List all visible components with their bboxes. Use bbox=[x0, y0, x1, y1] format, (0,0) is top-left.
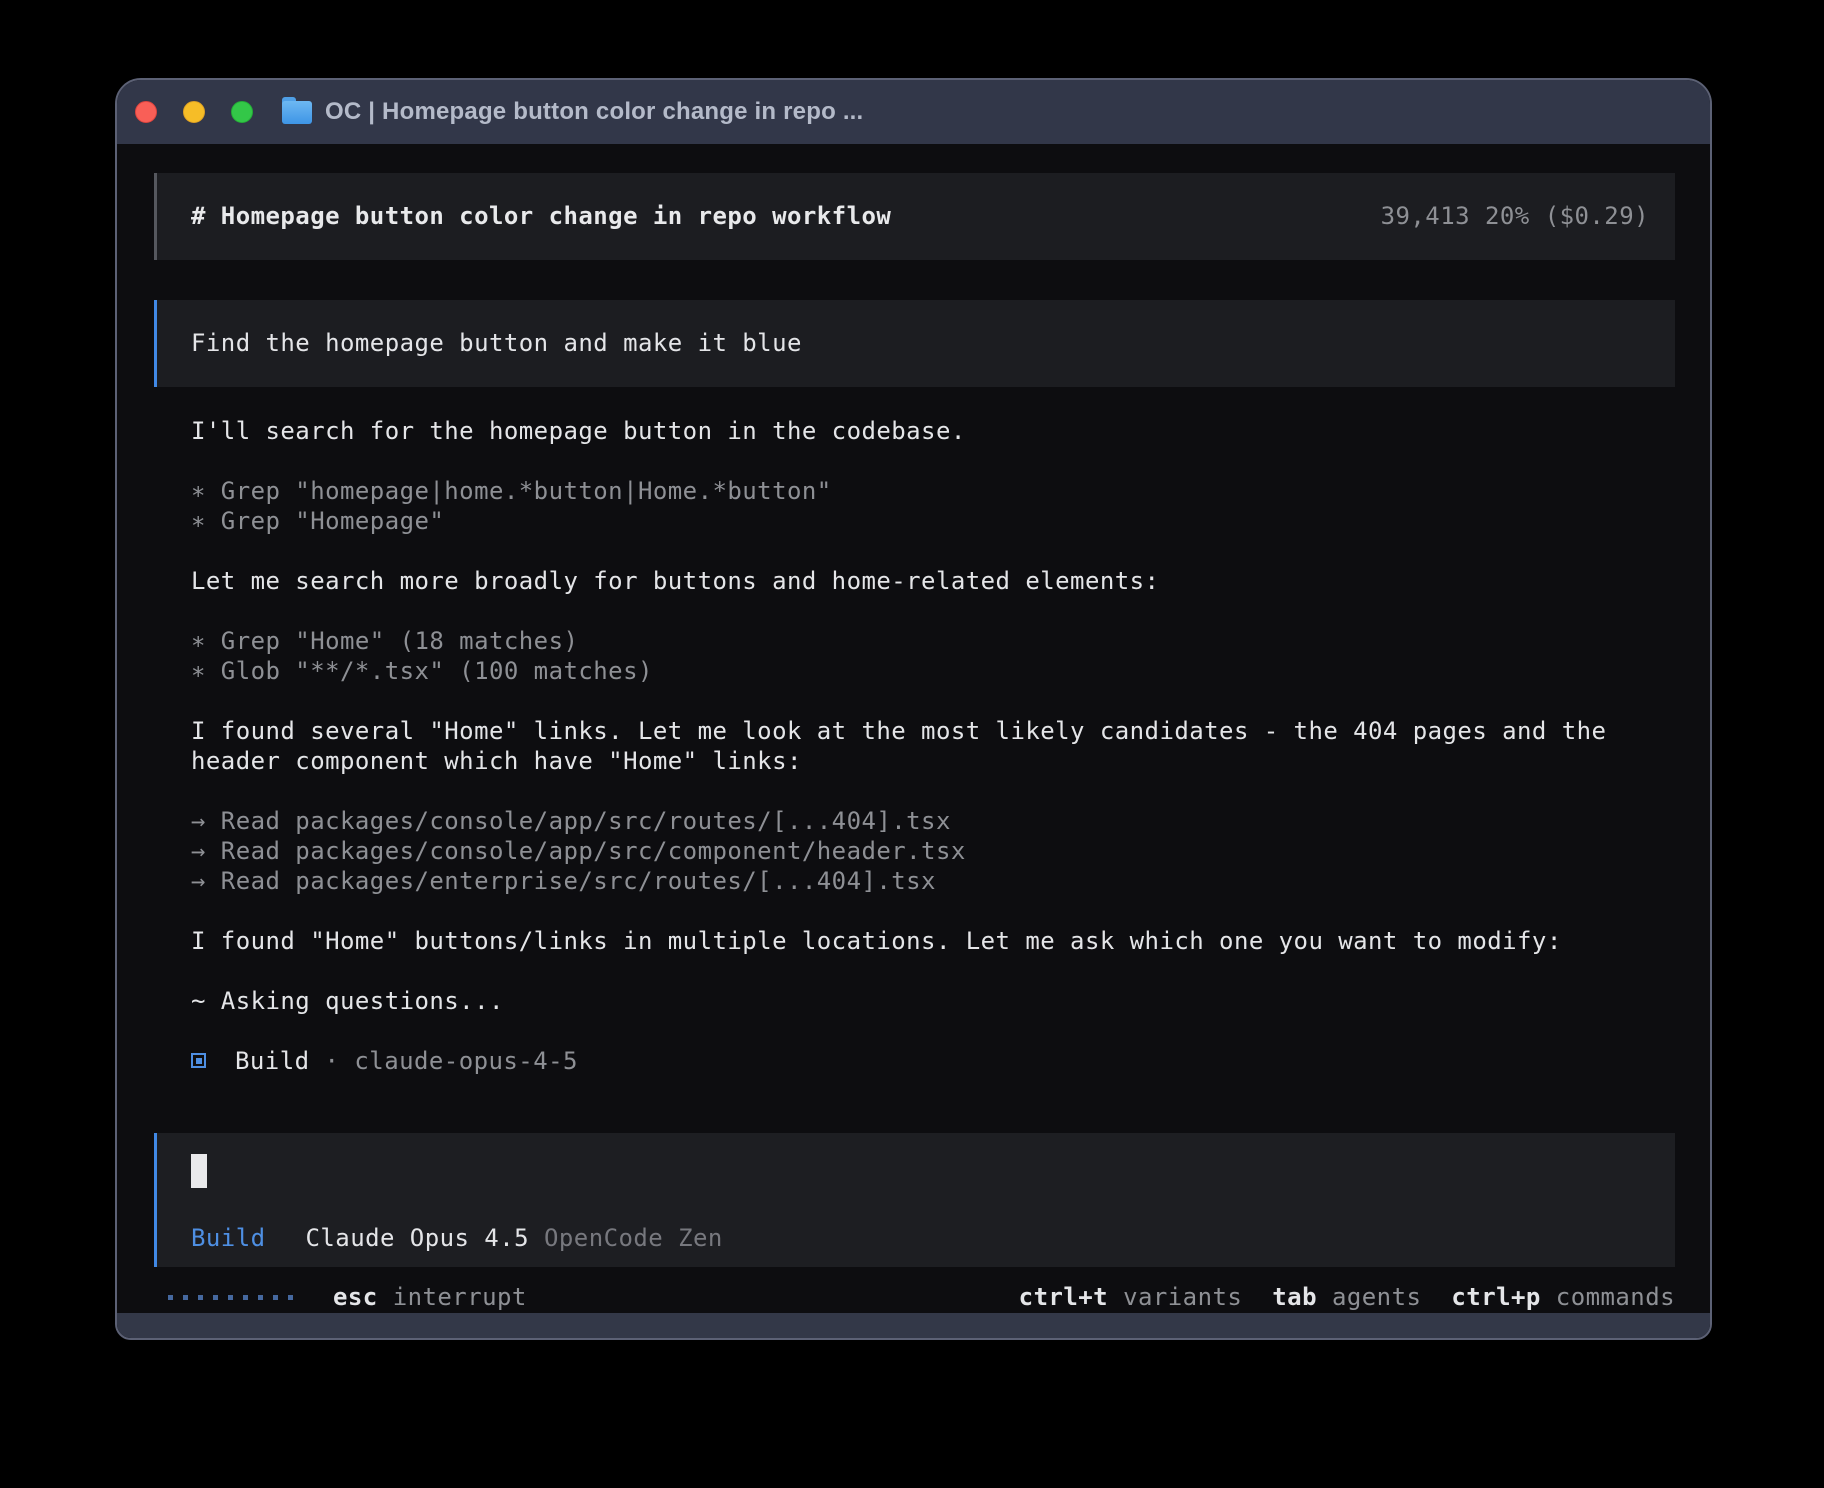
context-percent: 20% bbox=[1485, 202, 1530, 230]
mode-label[interactable]: Build bbox=[191, 1223, 266, 1253]
working-spinner-icon bbox=[168, 1295, 293, 1300]
prompt-editor[interactable]: Build Claude Opus 4.5 OpenCode Zen bbox=[154, 1133, 1675, 1268]
variants-label: variants bbox=[1123, 1283, 1242, 1311]
agents-key-hint[interactable]: tab bbox=[1272, 1283, 1317, 1311]
esc-key-hint[interactable]: esc bbox=[333, 1283, 378, 1311]
status-asking-questions: ~ Asking questions... bbox=[191, 986, 1675, 1016]
assistant-text: I'll search for the homepage button in t… bbox=[191, 416, 1675, 446]
assistant-text: I found several "Home" links. Let me loo… bbox=[191, 716, 1675, 746]
assistant-transcript: I'll search for the homepage button in t… bbox=[154, 416, 1675, 1106]
interrupt-label: interrupt bbox=[393, 1283, 527, 1311]
session-title: # Homepage button color change in repo w… bbox=[191, 202, 891, 230]
folder-icon bbox=[282, 101, 312, 124]
model-row: Build Claude Opus 4.5 OpenCode Zen bbox=[191, 1223, 1649, 1253]
assistant-text: header component which have "Home" links… bbox=[191, 746, 1675, 776]
minimize-button[interactable] bbox=[183, 101, 205, 123]
tool-call-read[interactable]: → Read packages/console/app/src/componen… bbox=[191, 836, 1675, 866]
traffic-lights bbox=[135, 101, 253, 123]
token-count: 39,413 bbox=[1381, 202, 1470, 230]
assistant-text: I found "Home" buttons/links in multiple… bbox=[191, 926, 1675, 956]
model-name[interactable]: Claude Opus 4.5 bbox=[306, 1223, 530, 1253]
agent-badge-row: Build · claude-opus-4-5 bbox=[191, 1046, 1675, 1076]
window-bottom-edge bbox=[117, 1313, 1710, 1338]
commands-key-hint[interactable]: ctrl+p bbox=[1451, 1283, 1540, 1311]
assistant-text: Let me search more broadly for buttons a… bbox=[191, 566, 1675, 596]
tool-call-grep[interactable]: ∗ Grep "homepage|home.*button|Home.*butt… bbox=[191, 476, 1675, 506]
agents-label: agents bbox=[1332, 1283, 1421, 1311]
model-provider: OpenCode Zen bbox=[544, 1223, 723, 1253]
agent-build-icon bbox=[191, 1053, 206, 1068]
terminal-window: OC | Homepage button color change in rep… bbox=[115, 78, 1712, 1340]
status-bar: esc interrupt ctrl+t variants tab agents… bbox=[154, 1281, 1675, 1313]
status-right: ctrl+t variants tab agents ctrl+p comman… bbox=[989, 1283, 1675, 1311]
tool-call-grep[interactable]: ∗ Grep "Home" (18 matches) bbox=[191, 626, 1675, 656]
user-message-text: Find the homepage button and make it blu… bbox=[191, 329, 802, 357]
tool-call-glob[interactable]: ∗ Glob "**/*.tsx" (100 matches) bbox=[191, 656, 1675, 686]
tool-call-read[interactable]: → Read packages/console/app/src/routes/[… bbox=[191, 806, 1675, 836]
window-titlebar[interactable]: OC | Homepage button color change in rep… bbox=[117, 80, 1710, 144]
user-message: Find the homepage button and make it blu… bbox=[154, 300, 1675, 387]
status-left: esc interrupt bbox=[154, 1283, 527, 1311]
tool-call-read[interactable]: → Read packages/enterprise/src/routes/[.… bbox=[191, 866, 1675, 896]
variants-key-hint[interactable]: ctrl+t bbox=[1019, 1283, 1108, 1311]
window-title: OC | Homepage button color change in rep… bbox=[325, 98, 863, 126]
text-cursor bbox=[191, 1154, 207, 1188]
zoom-button[interactable] bbox=[231, 101, 253, 123]
terminal-content: # Homepage button color change in repo w… bbox=[117, 144, 1710, 1313]
tool-call-grep[interactable]: ∗ Grep "Homepage" bbox=[191, 506, 1675, 536]
commands-label: commands bbox=[1556, 1283, 1675, 1311]
session-header: # Homepage button color change in repo w… bbox=[154, 173, 1675, 260]
session-cost: ($0.29) bbox=[1545, 202, 1649, 230]
agent-name: Build bbox=[235, 1047, 310, 1075]
close-button[interactable] bbox=[135, 101, 157, 123]
agent-model: claude-opus-4-5 bbox=[354, 1047, 578, 1075]
agent-separator: · bbox=[325, 1047, 340, 1075]
session-stats: 39,413 20% ($0.29) bbox=[1381, 202, 1649, 230]
